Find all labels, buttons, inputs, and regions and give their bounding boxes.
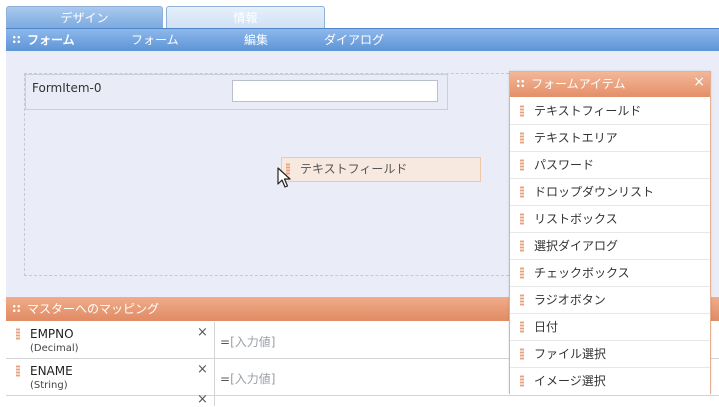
drag-handle-icon [520,212,524,225]
dragging-text-field[interactable]: テキストフィールド [281,157,481,182]
drag-handle-icon [520,374,524,387]
drag-handle-icon [16,328,20,340]
drag-handle-icon [520,131,524,144]
grip-icon [516,79,525,88]
menu-form[interactable]: フォーム [131,29,179,52]
palette-item-radio-button[interactable]: ラジオボタン [510,287,710,314]
drag-handle-icon [520,104,524,117]
mapping-value-placeholder: [入力値] [230,372,276,386]
mapping-title: マスターへのマッピング [27,302,160,316]
palette-header[interactable]: フォームアイテム × [510,72,710,97]
drag-handle-icon [16,365,20,377]
mouse-cursor-icon [277,167,291,188]
mapping-field-type: (String) [30,380,68,391]
palette-item-label: テキストフィールド [534,104,642,118]
tab-info[interactable]: 情報 [166,6,325,29]
close-icon[interactable]: × [197,362,208,377]
mapping-value[interactable]: =[入力値] [220,333,275,350]
drag-handle-icon [520,158,524,171]
palette-item-dropdown-list[interactable]: ドロップダウンリスト [510,179,710,206]
palette-item-label: パスワード [534,158,595,172]
palette-item-label: 選択ダイアログ [534,239,619,253]
palette-item-text-field[interactable]: テキストフィールド [510,98,710,125]
palette-item-file-select[interactable]: ファイル選択 [510,341,710,368]
palette-item-label: リストボックス [534,212,618,226]
mapping-field: EMPNO (Decimal) × [6,322,215,358]
form-toolbar: フォーム フォーム 編集 ダイアログ [6,28,719,51]
palette-item-label: チェックボックス [534,266,630,280]
grip-icon [12,35,21,44]
palette-item-image-select[interactable]: イメージ選択 [510,368,710,395]
palette-item-label: テキストエリア [534,131,618,145]
palette-item-label: ファイル選択 [534,347,607,361]
drag-handle-icon [520,320,524,333]
palette-item-text-area[interactable]: テキストエリア [510,125,710,152]
dragging-label: テキストフィールド [300,162,408,176]
palette-title: フォームアイテム [531,77,626,91]
palette-item-date[interactable]: 日付 [510,314,710,341]
drag-handle-icon [520,266,524,279]
palette-item-password[interactable]: パスワード [510,152,710,179]
palette-item-label: ドロップダウンリスト [534,185,655,199]
palette-item-label: イメージ選択 [534,374,606,388]
mapping-field-type: (Decimal) [30,343,79,354]
drag-handle-icon [520,293,524,306]
close-icon[interactable]: × [693,70,705,95]
drag-handle-icon [520,347,524,360]
mapping-equals: = [220,372,231,386]
toolbar-title: フォーム [12,29,75,52]
drag-handle-icon [520,185,524,198]
palette-item-list-box[interactable]: リストボックス [510,206,710,233]
toolbar-title-label: フォーム [27,33,75,47]
mapping-row-partial: × [6,392,719,407]
form-item-palette: フォームアイテム × テキストフィールド テキストエリア パスワード ドロップダ… [509,71,711,395]
mapping-value[interactable]: =[入力値] [220,370,275,387]
palette-item-select-dialog[interactable]: 選択ダイアログ [510,233,710,260]
grip-icon [12,304,21,313]
menu-edit[interactable]: 編集 [244,29,268,52]
mapping-equals: = [220,335,231,349]
palette-item-checkbox[interactable]: チェックボックス [510,260,710,287]
menu-dialog[interactable]: ダイアログ [324,29,384,52]
mapping-field: × [6,392,215,407]
mapping-field: ENAME (String) × [6,359,215,395]
mapping-value-placeholder: [入力値] [230,335,276,349]
mapping-field-name: EMPNO [30,327,74,341]
form-item-label: FormItem-0 [32,81,102,95]
form-item-text-input[interactable] [232,80,438,102]
close-icon[interactable]: × [197,392,208,407]
drag-handle-icon [520,239,524,252]
palette-item-label: 日付 [534,320,559,334]
tab-design[interactable]: デザイン [6,6,163,29]
close-icon[interactable]: × [197,325,208,340]
palette-item-label: ラジオボタン [534,293,606,307]
mapping-field-name: ENAME [30,364,73,378]
